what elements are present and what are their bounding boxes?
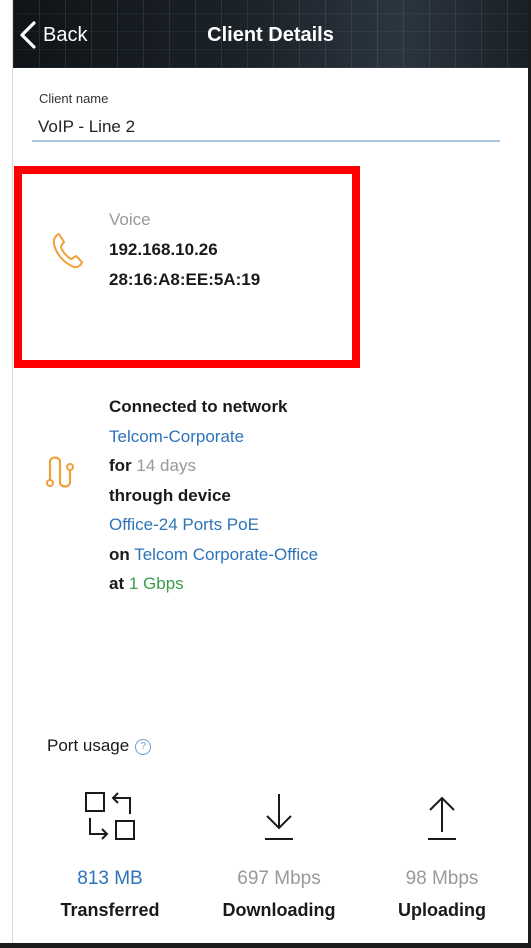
page-title: Client Details	[207, 24, 334, 46]
network-path-icon	[46, 456, 74, 488]
port-usage-label: Port usage	[47, 736, 130, 755]
port-usage-title: Port usage?	[47, 736, 152, 756]
on-text: on	[109, 544, 130, 564]
downloading-label: Downloading	[222, 900, 336, 920]
network-info: Connected to network Telcom-Corporate fo…	[109, 392, 318, 599]
for-text: for	[109, 456, 132, 475]
transferred-value: 813 MB	[77, 868, 143, 889]
mac-address: 28:16:A8:EE:5A:19	[109, 270, 261, 289]
bottom-frame	[0, 943, 531, 948]
connected-text: Connected to network	[109, 397, 288, 416]
header-bar: Back Client Details	[13, 0, 528, 68]
downloading-value: 697 Mbps	[237, 868, 321, 889]
swap-icon	[85, 792, 135, 840]
device-link[interactable]: Office-24 Ports PoE	[109, 515, 259, 534]
uploading-label: Uploading	[398, 900, 486, 920]
upload-arrow-icon	[428, 796, 456, 840]
left-frame	[0, 0, 13, 948]
client-type: Voice	[109, 210, 151, 229]
network-link[interactable]: Telcom-Corporate	[109, 427, 244, 446]
client-name-input[interactable]	[32, 114, 500, 142]
transferred-label: Transferred	[60, 900, 160, 920]
at-text: at	[109, 574, 125, 593]
duration-value: 14 days	[136, 456, 196, 475]
uploading-value: 98 Mbps	[405, 868, 479, 889]
speed-value: 1 Gbps	[128, 574, 184, 593]
phone-icon	[52, 233, 83, 269]
download-arrow-icon	[265, 794, 293, 840]
client-name-label: Client name	[39, 91, 109, 106]
site-link[interactable]: Telcom Corporate-Office	[134, 545, 318, 564]
help-icon[interactable]: ?	[135, 739, 152, 755]
through-text: through device	[109, 485, 231, 505]
ip-address: 192.168.10.26	[109, 240, 218, 259]
